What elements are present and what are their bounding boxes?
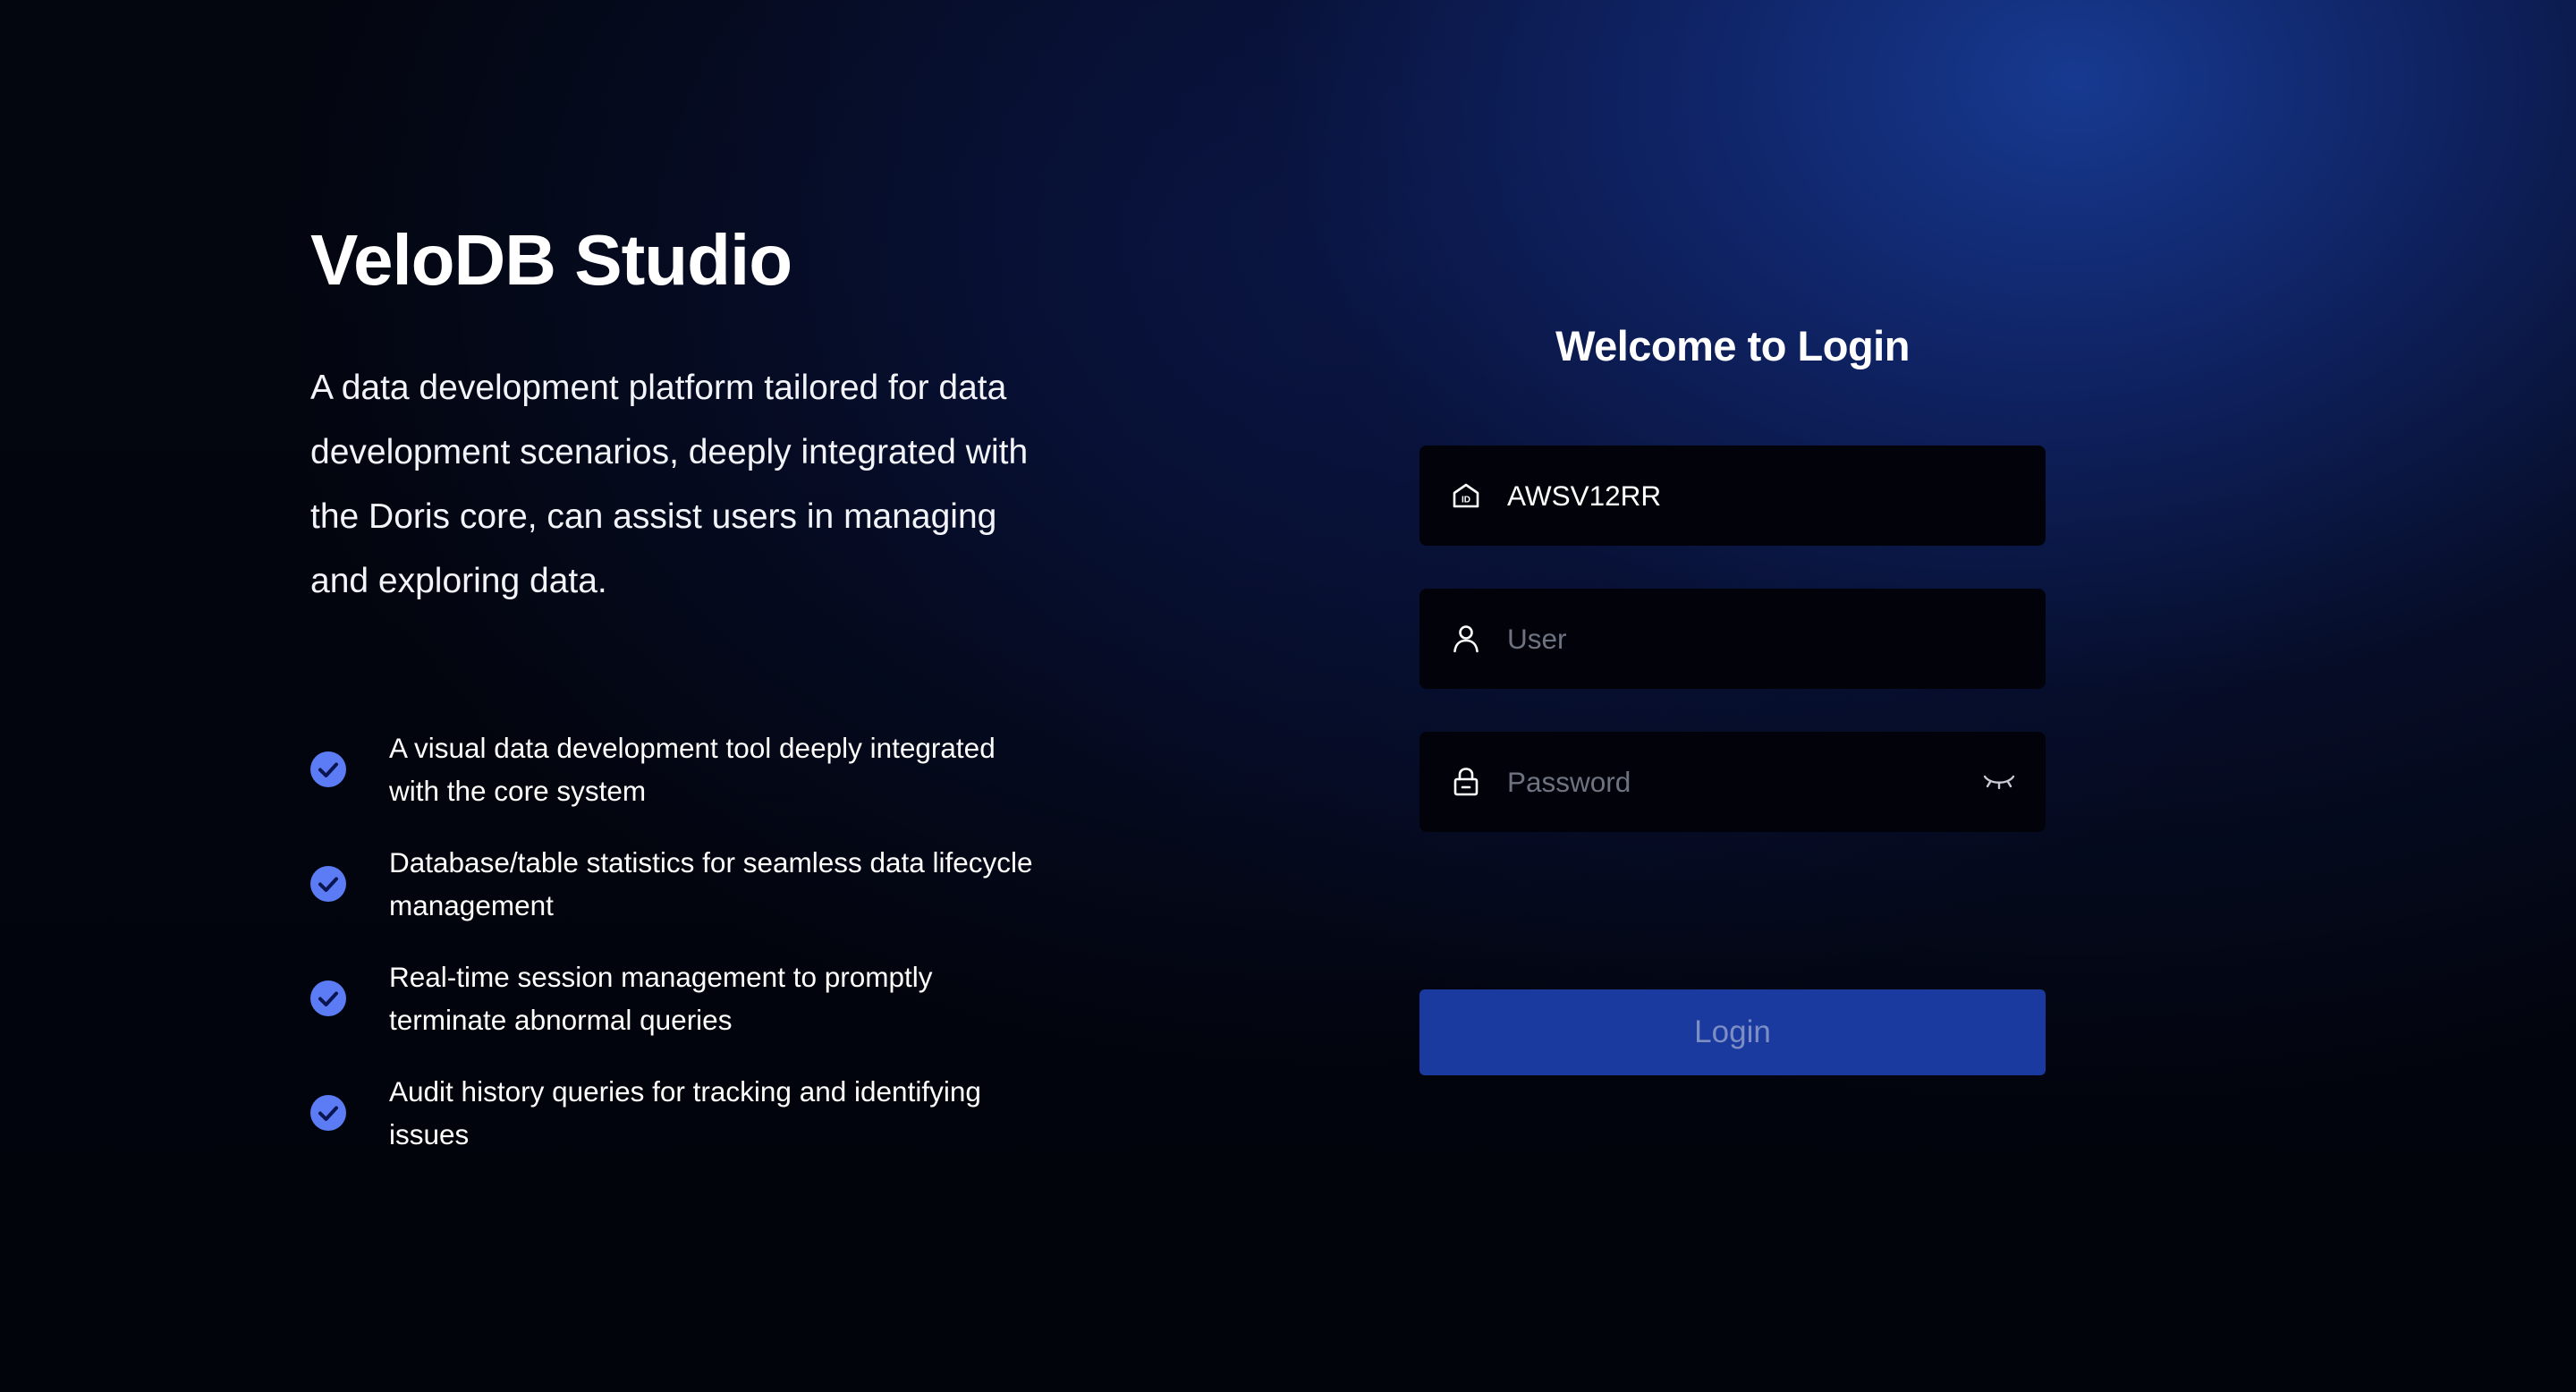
password-field-container[interactable]: [1419, 732, 2046, 832]
brand-title: VeloDB Studio: [310, 220, 792, 300]
check-circle-icon: [310, 1095, 346, 1131]
feature-item: Audit history queries for tracking and i…: [310, 1070, 1044, 1184]
user-input[interactable]: [1507, 589, 1972, 689]
feature-item: Database/table statistics for seamless d…: [310, 841, 1044, 955]
user-field-container[interactable]: [1419, 589, 2046, 689]
lock-icon: [1448, 764, 1484, 800]
feature-text: A visual data development tool deeply in…: [389, 732, 996, 807]
password-input[interactable]: [1507, 732, 1972, 832]
svg-text:ID: ID: [1462, 496, 1470, 505]
feature-text: Real-time session management to promptly…: [389, 961, 933, 1036]
check-circle-icon: [310, 980, 346, 1016]
id-input[interactable]: [1507, 446, 1972, 546]
feature-text: Audit history queries for tracking and i…: [389, 1075, 981, 1150]
brand-description: A data development platform tailored for…: [310, 369, 1029, 600]
feature-item: Real-time session management to promptly…: [310, 955, 1044, 1070]
check-circle-icon: [310, 751, 346, 787]
id-field-container[interactable]: ID: [1419, 446, 2046, 546]
feature-list: A visual data development tool deeply in…: [310, 726, 1044, 1184]
id-card-icon: ID: [1448, 478, 1484, 514]
user-icon: [1448, 621, 1484, 657]
eye-closed-icon[interactable]: [1981, 766, 2017, 798]
login-title: Welcome to Login: [1555, 322, 1910, 369]
check-circle-icon: [310, 866, 346, 902]
feature-text: Database/table statistics for seamless d…: [389, 846, 1033, 921]
login-button[interactable]: Login: [1419, 989, 2046, 1075]
feature-item: A visual data development tool deeply in…: [310, 726, 1044, 841]
